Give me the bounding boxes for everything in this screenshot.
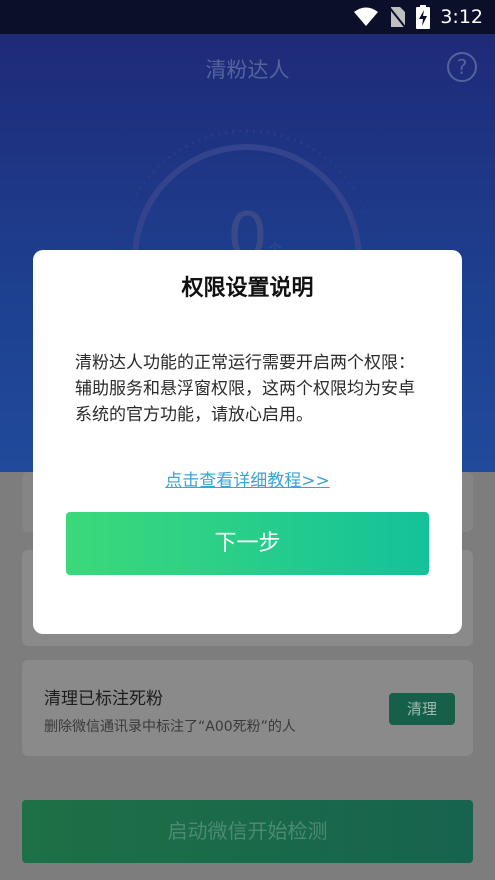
no-sim-icon [388, 6, 407, 28]
status-icons: 3:12 [354, 0, 483, 34]
wifi-icon [354, 7, 379, 26]
status-bar: 3:12 [0, 0, 495, 34]
dialog-body: 清粉达人功能的正常运行需要开启两个权限：辅助服务和悬浮窗权限，这两个权限均为安卓… [75, 353, 415, 425]
status-time: 3:12 [440, 6, 483, 28]
tutorial-link[interactable]: 点击查看详细教程>> [33, 466, 462, 491]
dialog-title: 权限设置说明 [181, 276, 314, 301]
next-step-button[interactable]: 下一步 [66, 512, 429, 575]
permission-dialog: 权限设置说明 清粉达人功能的正常运行需要开启两个权限：辅助服务和悬浮窗权限，这两… [33, 250, 462, 634]
battery-charging-icon [416, 5, 431, 29]
